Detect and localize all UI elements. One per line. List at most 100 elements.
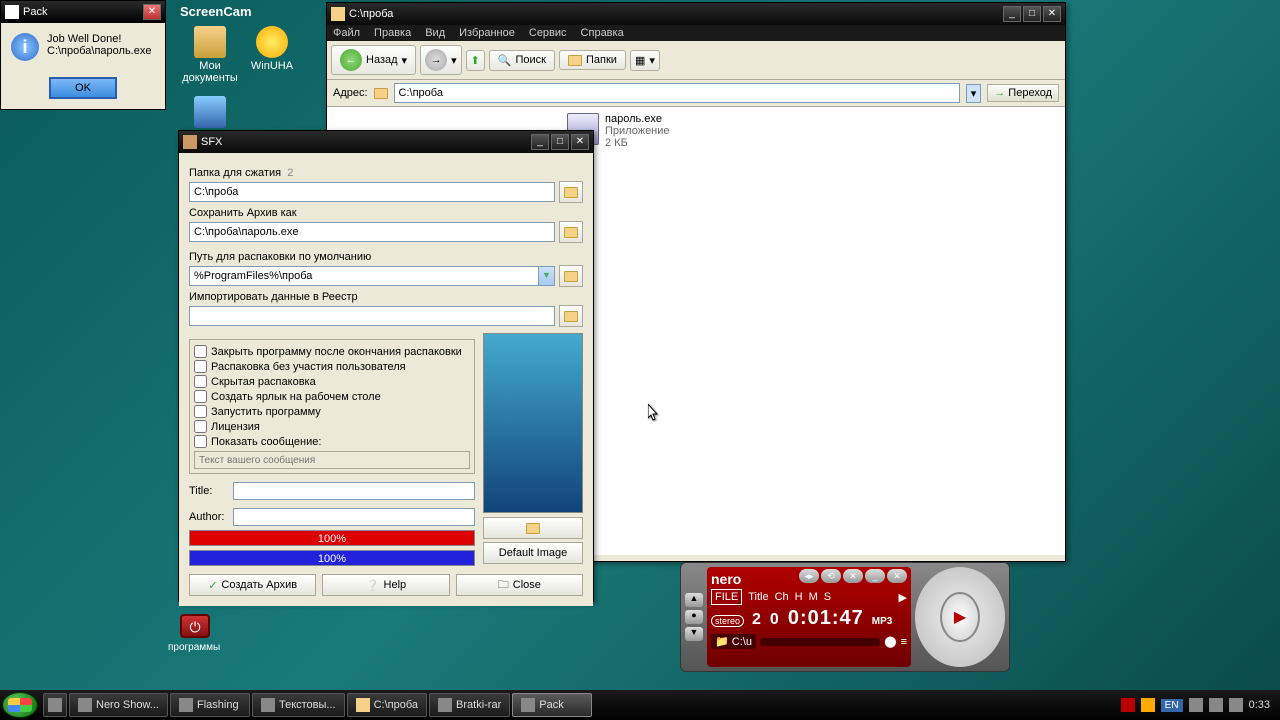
browse-save-button[interactable]: [559, 221, 583, 243]
address-input[interactable]: [394, 83, 960, 103]
create-archive-button[interactable]: ✓Создать Архив: [189, 574, 316, 596]
folders-button[interactable]: Папки: [559, 50, 626, 70]
unpack-combo[interactable]: %ProgramFiles%\проба ▼: [189, 266, 555, 286]
default-image-button[interactable]: Default Image: [483, 542, 583, 564]
task-text[interactable]: Текстовы...: [252, 693, 345, 717]
task-proba[interactable]: C:\проба: [347, 693, 427, 717]
seek-bar[interactable]: [760, 638, 880, 646]
player-side-btn[interactable]: ▲: [685, 593, 703, 607]
import-input[interactable]: [189, 306, 555, 326]
folder-icon: [564, 227, 578, 238]
menu-tools[interactable]: Сервис: [529, 27, 567, 39]
message-input[interactable]: [194, 451, 470, 469]
menu-favorites[interactable]: Избранное: [459, 27, 515, 39]
dropdown-icon[interactable]: ▾: [966, 84, 982, 103]
explorer-toolbar: ← Назад ▾ → ▾ ⬆ 🔍 Поиск Папки ▦▾: [327, 41, 1065, 80]
nero-minimize-btn[interactable]: _: [865, 569, 885, 583]
folder-icon: [564, 271, 578, 282]
check-run[interactable]: Запустить программу: [194, 404, 470, 419]
help-button[interactable]: ❔Help: [322, 574, 449, 596]
close-button[interactable]: 🗀Close: [456, 574, 583, 596]
path-display: 📁 C:\u: [711, 634, 756, 649]
views-button[interactable]: ▦▾: [630, 50, 660, 71]
browse-folder-button[interactable]: [559, 181, 583, 203]
nero-display: ◂▸ ⟲ ✕ _ ✕ nero FILE Title Ch H M S ▶ st…: [707, 567, 911, 667]
rec-icon[interactable]: ⬤: [884, 635, 896, 648]
search-icon: 🔍: [498, 54, 512, 67]
desktop-icon-winuha[interactable]: WinUHA: [242, 26, 302, 72]
back-icon: ←: [340, 49, 362, 71]
clock[interactable]: 0:33: [1249, 699, 1270, 711]
browse-unpack-button[interactable]: [559, 265, 583, 287]
task-nero[interactable]: Nero Show...: [69, 693, 168, 717]
forward-button[interactable]: → ▾: [420, 45, 462, 75]
programs-label: программы: [168, 642, 220, 653]
go-button[interactable]: → Переход: [987, 84, 1059, 102]
play-icon: ▶: [899, 591, 907, 604]
check-license[interactable]: Лицензия: [194, 419, 470, 434]
computer-icon: [194, 96, 226, 128]
title-input[interactable]: [233, 482, 475, 500]
window-title: SFX: [201, 136, 529, 148]
browse-import-button[interactable]: [559, 305, 583, 327]
task-flashing[interactable]: Flashing: [170, 693, 250, 717]
nero-ctrl-btn[interactable]: ◂▸: [799, 569, 819, 583]
explorer-titlebar[interactable]: C:\проба _ □ ✕: [327, 3, 1065, 25]
views-icon: ▦: [635, 54, 645, 67]
tray-icon[interactable]: [1121, 698, 1135, 712]
check-close-after[interactable]: Закрыть программу после окончания распак…: [194, 344, 470, 359]
check-silent[interactable]: Распаковка без участия пользователя: [194, 359, 470, 374]
up-icon: ⬆: [471, 54, 480, 67]
nero-ctrl-btn[interactable]: ⟲: [821, 569, 841, 583]
progress-2: 100%: [189, 550, 475, 566]
language-indicator[interactable]: EN: [1161, 699, 1183, 712]
minimize-button[interactable]: _: [1003, 6, 1021, 22]
address-label: Адрес:: [333, 87, 368, 99]
search-button[interactable]: 🔍 Поиск: [489, 50, 555, 71]
minimize-button[interactable]: _: [531, 134, 549, 150]
volume-icon[interactable]: [1229, 698, 1243, 712]
folder-input[interactable]: [189, 182, 555, 202]
folder-icon: [356, 698, 370, 712]
menu-view[interactable]: Вид: [425, 27, 445, 39]
close-button[interactable]: ✕: [571, 134, 589, 150]
browse-image-button[interactable]: [483, 517, 583, 539]
check-show-message[interactable]: Показать сообщение:: [194, 434, 470, 449]
sfx-window: SFX _ □ ✕ Папка для сжатия 2 Сохранить А…: [178, 130, 594, 602]
play-button[interactable]: ▶: [940, 592, 980, 642]
task-pack[interactable]: Pack: [512, 693, 592, 717]
back-button[interactable]: ← Назад ▾: [331, 45, 416, 75]
start-button[interactable]: [2, 692, 38, 718]
dropdown-icon[interactable]: ▼: [538, 267, 554, 285]
eq-icon[interactable]: ≡: [901, 636, 907, 648]
desktop-icon-mydocs[interactable]: Мои документы: [180, 26, 240, 84]
maximize-button[interactable]: □: [1023, 6, 1041, 22]
task-bratki[interactable]: Bratki-rar: [429, 693, 510, 717]
save-input[interactable]: [189, 222, 555, 242]
save-label: Сохранить Архив как: [189, 207, 583, 219]
menu-edit[interactable]: Правка: [374, 27, 411, 39]
nero-jog-wheel[interactable]: ▶: [915, 567, 1005, 667]
player-side-btn[interactable]: ●: [685, 610, 703, 624]
programs-button-icon[interactable]: ⏻: [180, 614, 210, 638]
quick-launch[interactable]: [43, 693, 67, 717]
file-type: Приложение: [605, 125, 670, 137]
menu-help[interactable]: Справка: [581, 27, 624, 39]
sfx-titlebar[interactable]: SFX _ □ ✕: [179, 131, 593, 153]
maximize-button[interactable]: □: [551, 134, 569, 150]
menu-file[interactable]: Файл: [333, 27, 360, 39]
tray-icon[interactable]: [1141, 698, 1155, 712]
nero-player[interactable]: ▲ ● ▼ ◂▸ ⟲ ✕ _ ✕ nero FILE Title Ch H M …: [680, 562, 1010, 672]
close-button[interactable]: ✕: [1043, 6, 1061, 22]
tray-icon[interactable]: [1189, 698, 1203, 712]
tray-icon[interactable]: [1209, 698, 1223, 712]
file-name: пароль.exe: [605, 113, 670, 125]
check-hidden[interactable]: Скрытая распаковка: [194, 374, 470, 389]
up-button[interactable]: ⬆: [466, 50, 485, 71]
nero-close-btn[interactable]: ✕: [887, 569, 907, 583]
author-input[interactable]: [233, 508, 475, 526]
nero-ctrl-btn[interactable]: ✕: [843, 569, 863, 583]
check-shortcut[interactable]: Создать ярлык на рабочем столе: [194, 389, 470, 404]
player-side-btn[interactable]: ▼: [685, 627, 703, 641]
import-label: Импортировать данные в Реестр: [189, 291, 583, 303]
